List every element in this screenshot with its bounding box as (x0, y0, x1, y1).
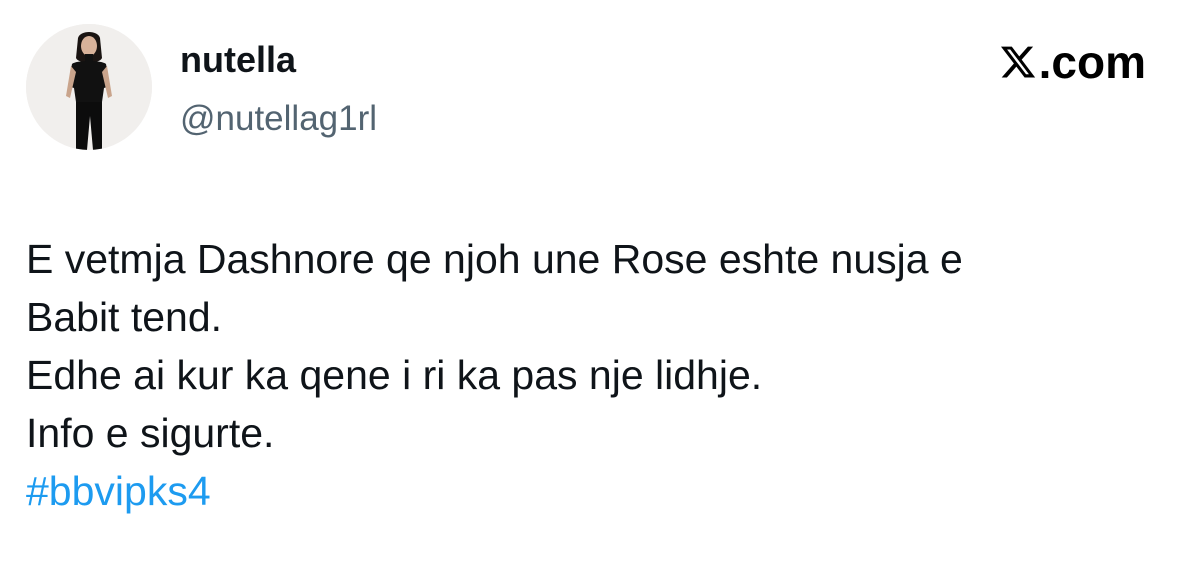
brand-label: .com (1038, 36, 1146, 88)
tweet-text-line: E vetmja Dashnore qe njoh une Rose eshte… (26, 236, 963, 282)
author-handle[interactable]: @nutellag1rl (180, 98, 377, 140)
brand-watermark: .com (999, 36, 1146, 88)
tweet-text-line: Edhe ai kur ka qene i ri ka pas nje lidh… (26, 352, 763, 398)
tweet-text-line: Babit tend. (26, 294, 223, 340)
x-logo-icon (999, 43, 1037, 81)
author-display-name[interactable]: nutella (180, 38, 296, 82)
avatar[interactable] (26, 24, 152, 150)
hashtag-link[interactable]: #bbvipks4 (26, 462, 1176, 520)
tweet-card: nutella @nutellag1rl .com E vetmja Dashn… (0, 0, 1200, 580)
tweet-text: E vetmja Dashnore qe njoh une Rose eshte… (26, 230, 1176, 520)
profile-photo (26, 24, 152, 150)
tweet-text-line: Info e sigurte. (26, 410, 275, 456)
